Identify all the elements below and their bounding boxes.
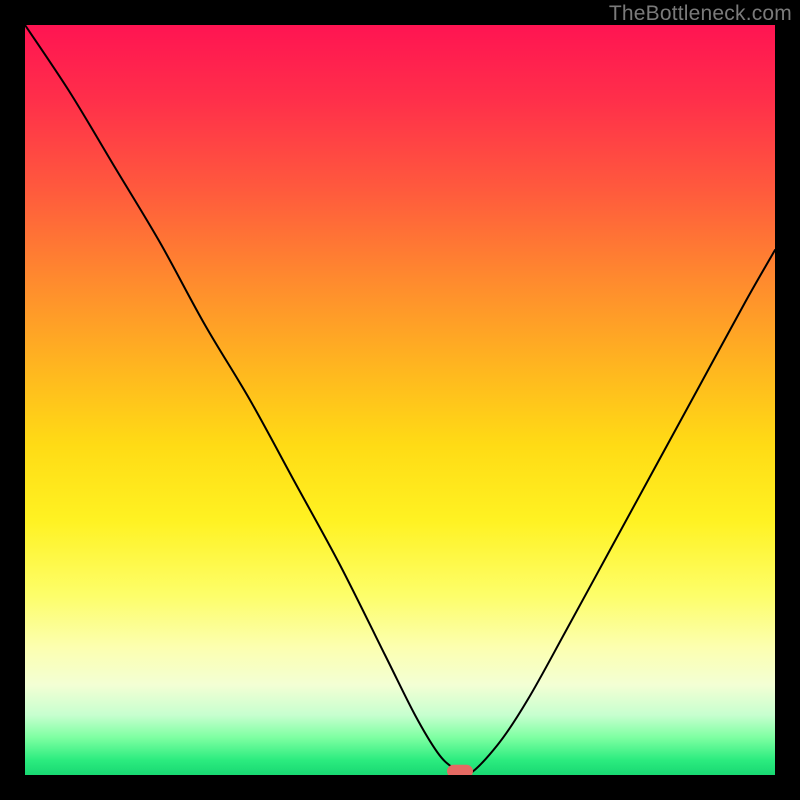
watermark-label: TheBottleneck.com xyxy=(609,2,792,26)
bottleneck-curve xyxy=(25,25,775,775)
optimal-marker xyxy=(447,765,473,775)
plot-area xyxy=(25,25,775,775)
chart-svg xyxy=(25,25,775,775)
chart-frame: TheBottleneck.com xyxy=(0,0,800,800)
